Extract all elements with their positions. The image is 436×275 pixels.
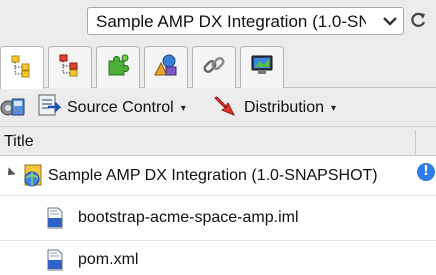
- tree-row-label: bootstrap-acme-space-amp.iml: [78, 209, 299, 226]
- chevron-down-icon[interactable]: [377, 8, 403, 34]
- refresh-icon[interactable]: [407, 9, 429, 31]
- chain-link-icon: [202, 53, 226, 82]
- tree-column-header[interactable]: Title: [0, 128, 436, 156]
- tree-row-label: pom.xml: [78, 251, 139, 268]
- view-tabs: [0, 46, 436, 89]
- column-divider[interactable]: [415, 130, 416, 154]
- hierarchy-yellow-icon: [10, 54, 34, 83]
- tab-chain-link[interactable]: [192, 46, 236, 88]
- monitor-icon: [249, 53, 275, 82]
- gear-disk-icon: [0, 93, 26, 124]
- top-bar: Sample AMP DX Integration (1.0-SNAPSHOT): [0, 0, 436, 42]
- project-select-value: Sample AMP DX Integration (1.0-SNAPSHOT): [96, 12, 366, 31]
- gear-disk-button[interactable]: [0, 95, 26, 121]
- distribution-arrow-icon: [212, 93, 238, 124]
- source-control-caret: ▾: [180, 102, 186, 114]
- expand-triangle-icon[interactable]: [4, 167, 16, 179]
- source-control-icon: [37, 93, 62, 124]
- shapes-icon: [153, 53, 179, 82]
- puzzle-icon: [105, 53, 131, 82]
- toolbar: Source Control ▾ Distribution ▾: [0, 89, 436, 127]
- source-control-button[interactable]: Source Control ▾: [37, 93, 186, 124]
- tab-shapes[interactable]: [144, 46, 188, 88]
- project-select[interactable]: Sample AMP DX Integration (1.0-SNAPSHOT): [87, 7, 404, 35]
- distribution-button[interactable]: Distribution ▾: [212, 95, 336, 121]
- project-globe-icon: [21, 163, 45, 194]
- file-icon: [46, 249, 64, 275]
- info-icon[interactable]: !: [417, 163, 435, 181]
- project-tree: Sample AMP DX Integration (1.0-SNAPSHOT)…: [0, 156, 436, 275]
- tree-row-project[interactable]: Sample AMP DX Integration (1.0-SNAPSHOT)…: [0, 156, 436, 196]
- tree-row-label: Sample AMP DX Integration (1.0-SNAPSHOT): [48, 167, 378, 184]
- tab-monitor[interactable]: [240, 46, 284, 88]
- tab-hierarchy-red[interactable]: [48, 46, 92, 88]
- tree-row-file[interactable]: bootstrap-acme-space-amp.iml: [0, 197, 436, 241]
- column-title: Title: [4, 133, 34, 150]
- distribution-caret: ▾: [331, 102, 337, 114]
- tab-hierarchy-yellow[interactable]: [0, 46, 44, 89]
- hierarchy-red-icon: [58, 53, 82, 82]
- tree-row-file[interactable]: pom.xml: [0, 242, 436, 275]
- tab-puzzle[interactable]: [96, 46, 140, 88]
- source-control-label: Source Control: [67, 99, 174, 116]
- distribution-label: Distribution: [244, 99, 325, 116]
- file-icon: [46, 207, 64, 234]
